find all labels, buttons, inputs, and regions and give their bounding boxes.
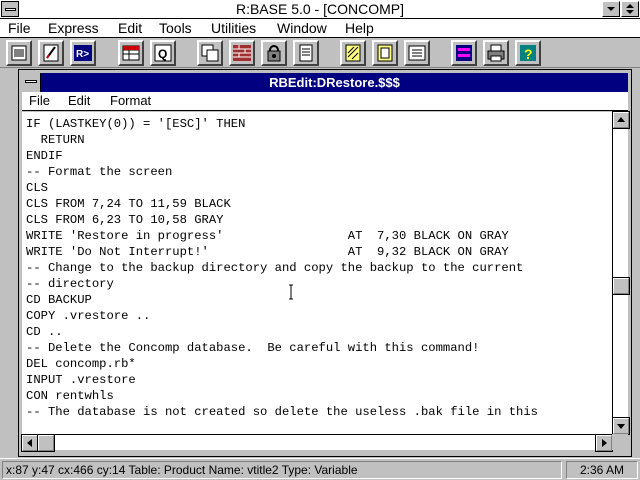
script-icon	[345, 44, 361, 62]
system-menu-icon	[25, 80, 37, 83]
editor-window: RBEdit:DRestore.$$$ File Edit Format IF …	[18, 69, 632, 457]
menu-tools[interactable]: Tools	[159, 20, 192, 36]
code-line: WRITE 'Do Not Interrupt!' AT 9,32 BLACK …	[26, 245, 509, 259]
database-icon	[11, 45, 27, 61]
print-button[interactable]	[483, 40, 509, 66]
table-icon	[122, 45, 140, 61]
svg-text:R>: R>	[76, 49, 89, 60]
vertical-scrollbar[interactable]	[612, 111, 630, 435]
arrow-up-icon	[617, 117, 625, 122]
editor-title: RBEdit:DRestore.$$$	[269, 75, 400, 90]
code-line: -- The database is not created so delete…	[26, 405, 538, 419]
code-line: RETURN	[26, 133, 85, 147]
rbase-prompt-button[interactable]: R>	[70, 40, 96, 66]
menu-window[interactable]: Window	[277, 20, 327, 36]
editor-system-menu-button[interactable]	[22, 73, 41, 92]
menu-help[interactable]: Help	[345, 20, 374, 36]
code-line: WRITE 'Restore in progress' AT 7,30 BLAC…	[26, 229, 509, 243]
code-line: CD ..	[26, 325, 63, 339]
edit-pencil-icon	[43, 44, 59, 62]
app-title: R:BASE 5.0 - [CONCOMP]	[235, 1, 405, 17]
scroll-up-button[interactable]	[612, 111, 630, 129]
edit-button[interactable]	[38, 40, 64, 66]
status-text: x:87 y:47 cx:466 cy:14 Table: Product Na…	[2, 461, 562, 479]
palette-icon	[456, 45, 472, 61]
code-line: -- Delete the Concomp database. Be caref…	[26, 341, 480, 355]
printer-icon	[487, 44, 505, 62]
scroll-right-button[interactable]	[595, 434, 613, 452]
status-bar: x:87 y:47 cx:466 cy:14 Table: Product Na…	[0, 458, 640, 480]
window-button[interactable]	[404, 40, 430, 66]
status-clock: 2:36 AM	[566, 461, 638, 479]
code-line: CLS FROM 6,23 TO 10,58 GRAY	[26, 213, 224, 227]
text-cursor-icon	[289, 284, 293, 300]
code-line: CLS	[26, 181, 48, 195]
arrow-down-icon	[617, 424, 625, 429]
code-editor[interactable]: IF (LASTKEY(0)) = '[ESC]' THEN RETURN EN…	[22, 112, 612, 434]
code-line: -- Change to the backup directory and co…	[26, 261, 524, 275]
code-line: -- directory	[26, 277, 114, 291]
editor-menu-edit[interactable]: Edit	[68, 93, 90, 108]
restore-icon	[626, 4, 634, 14]
minimize-button[interactable]	[602, 1, 620, 17]
help-icon: ?	[520, 45, 536, 62]
scroll-left-button[interactable]	[21, 434, 39, 452]
editor-menu-file[interactable]: File	[29, 93, 50, 108]
menu-bar: File Express Edit Tools Utilities Window…	[0, 19, 640, 38]
scroll-down-button[interactable]	[612, 417, 630, 435]
script-button[interactable]	[340, 40, 366, 66]
query-button[interactable]: Q	[150, 40, 176, 66]
brick-icon	[233, 45, 251, 61]
code-line: -- Format the screen	[26, 165, 173, 179]
vertical-scroll-thumb[interactable]	[612, 277, 630, 295]
code-line: ENDIF	[26, 149, 63, 163]
forms-button[interactable]	[197, 40, 223, 66]
horizontal-scrollbar[interactable]	[21, 434, 613, 452]
code-line: IF (LASTKEY(0)) = '[ESC]' THEN	[26, 117, 246, 131]
editor-menu-bar: File Edit Format	[22, 92, 628, 111]
table-button[interactable]	[118, 40, 144, 66]
editor-menu-format[interactable]: Format	[110, 93, 151, 108]
restore-button[interactable]	[621, 1, 639, 17]
query-icon: Q	[154, 44, 172, 62]
lock-icon	[267, 45, 281, 62]
editor-title-bar[interactable]: RBEdit:DRestore.$$$	[22, 73, 628, 92]
code-line: COPY .vrestore ..	[26, 309, 151, 323]
document-button[interactable]	[372, 40, 398, 66]
arrow-left-icon	[27, 439, 32, 447]
database-button[interactable]	[6, 40, 32, 66]
document-icon	[377, 44, 393, 62]
code-line: CON rentwhls	[26, 389, 114, 403]
menu-utilities[interactable]: Utilities	[211, 20, 256, 36]
color-button[interactable]	[451, 40, 477, 66]
help-button[interactable]: ?	[515, 40, 541, 66]
minimize-icon	[607, 7, 615, 11]
app-title-bar: R:BASE 5.0 - [CONCOMP]	[0, 0, 640, 19]
code-line: DEL concomp.rb*	[26, 357, 136, 371]
code-line: INPUT .vrestore	[26, 373, 136, 387]
lock-button[interactable]	[261, 40, 287, 66]
svg-text:?: ?	[524, 46, 533, 62]
code-line: CD BACKUP	[26, 293, 92, 307]
horizontal-scroll-thumb[interactable]	[37, 434, 55, 452]
report-icon	[299, 44, 313, 62]
code-line: CLS FROM 7,24 TO 11,59 BLACK	[26, 197, 231, 211]
window-icon	[408, 45, 426, 61]
rbase-prompt-icon: R>	[74, 45, 92, 61]
toolbar: R> Q ?	[0, 38, 640, 68]
arrow-right-icon	[602, 439, 607, 447]
brick-button[interactable]	[229, 40, 255, 66]
menu-edit[interactable]: Edit	[118, 20, 142, 36]
scrollbar-corner	[612, 434, 628, 450]
forms-icon	[201, 44, 219, 62]
menu-express[interactable]: Express	[48, 20, 99, 36]
svg-text:Q: Q	[158, 47, 167, 61]
menu-file[interactable]: File	[8, 20, 31, 36]
report-button[interactable]	[293, 40, 319, 66]
